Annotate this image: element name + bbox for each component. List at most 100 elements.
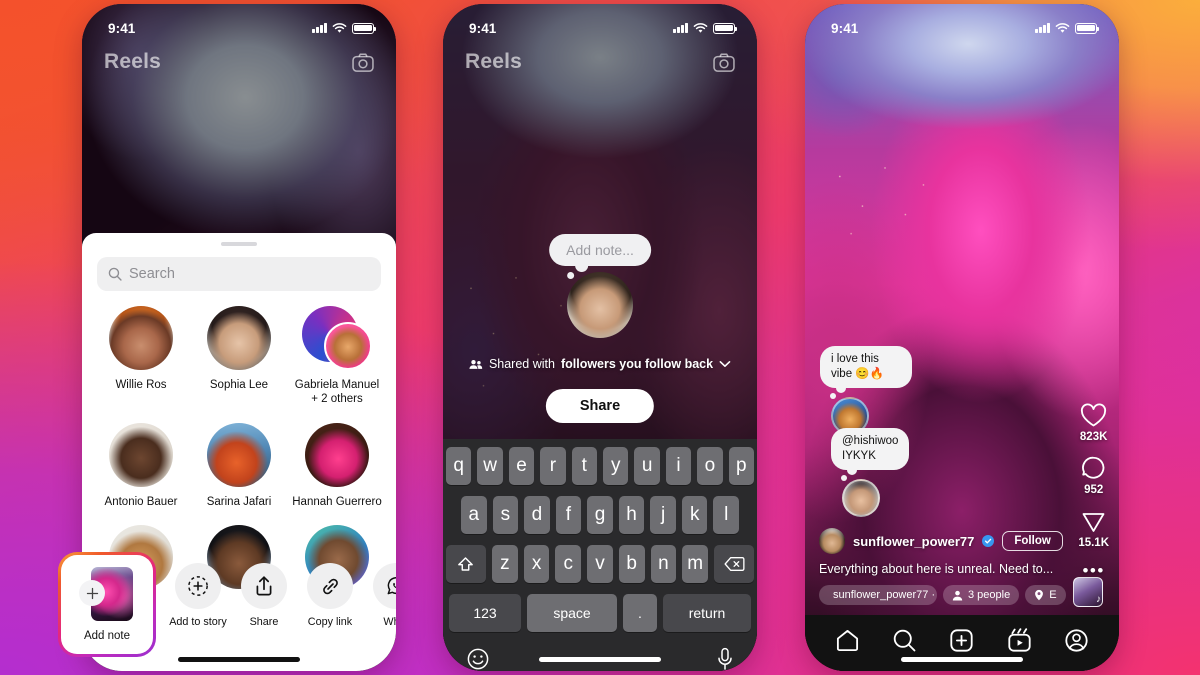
phone-2-note-composer: 9:41 Reels Add note... Shared with follo…	[443, 4, 757, 671]
group-name-line2: + 2 others	[311, 393, 363, 406]
person-item[interactable]: Sarina Jafari	[190, 422, 288, 509]
share-button[interactable]: Share	[545, 389, 655, 423]
person-name: Gabriela Manuel + 2 others	[295, 378, 379, 407]
key-f[interactable]: f	[555, 496, 582, 534]
action-copy-link[interactable]: Copy link	[302, 563, 358, 628]
key-s[interactable]: s	[492, 496, 519, 534]
battery-icon	[1075, 22, 1100, 34]
phone-2-screen: 9:41 Reels Add note... Shared with follo…	[443, 4, 757, 671]
status-time: 9:41	[469, 20, 497, 36]
search-input[interactable]: Search	[97, 257, 381, 291]
battery-icon	[352, 22, 377, 34]
person-item[interactable]: Antonio Bauer	[92, 422, 190, 509]
meta-pills: sunflower_power77 · O 3 people E ♪	[819, 577, 1105, 607]
username[interactable]: sunflower_power77	[853, 534, 974, 549]
key-n[interactable]: n	[650, 545, 677, 583]
search-icon[interactable]	[892, 628, 917, 653]
person-item[interactable]: Sophia Lee	[190, 306, 288, 407]
avatar	[109, 306, 173, 370]
key-m[interactable]: m	[682, 545, 709, 583]
music-pill[interactable]: sunflower_power77 · O	[819, 585, 937, 605]
wifi-icon	[332, 22, 347, 33]
key-e[interactable]: e	[508, 447, 535, 485]
action-label: Share	[249, 616, 279, 628]
period-key[interactable]: .	[623, 594, 657, 632]
whatsapp-icon	[387, 577, 396, 595]
action-label: What	[383, 616, 396, 628]
action-label: Copy link	[307, 616, 353, 628]
location-pill[interactable]: E	[1025, 585, 1066, 605]
status-time: 9:41	[108, 20, 136, 36]
note-line2: IYKYK	[842, 449, 876, 462]
key-j[interactable]: j	[650, 496, 676, 534]
plus-icon	[79, 580, 105, 606]
home-indicator	[178, 657, 300, 662]
reel-caption[interactable]: Everything about here is unreal. Need to…	[819, 562, 1105, 576]
key-g[interactable]: g	[587, 496, 613, 534]
key-r[interactable]: r	[540, 447, 566, 485]
album-art-icon[interactable]: ♪	[1073, 577, 1103, 607]
action-add-to-story[interactable]: Add to story	[169, 563, 227, 628]
location-pin-icon	[1035, 589, 1044, 601]
key-o[interactable]: o	[697, 447, 723, 485]
action-whatsapp[interactable]: What	[368, 563, 396, 628]
avatar	[207, 306, 271, 370]
add-to-story-icon	[188, 576, 208, 596]
person-name: Sophia Lee	[209, 379, 269, 391]
profile-icon[interactable]	[1064, 628, 1089, 653]
people-grid: Willie Ros Sophia Lee Gabriela Manuel + …	[82, 306, 396, 590]
numbers-key[interactable]: 123	[449, 594, 521, 632]
key-x[interactable]: x	[523, 545, 550, 583]
camera-icon[interactable]	[352, 52, 374, 72]
follow-button[interactable]: Follow	[1002, 531, 1063, 551]
key-h[interactable]: h	[618, 496, 645, 534]
emoji-smiley-icon[interactable]	[466, 647, 490, 671]
author-row: sunflower_power77 Follow	[819, 528, 1105, 554]
phone-3-screen: 9:41 i love this vibe 😊🔥 @hishiwoo IYKYK	[805, 4, 1119, 671]
shift-arrow-icon[interactable]	[445, 545, 486, 583]
heart-icon	[1081, 403, 1107, 427]
microphone-icon[interactable]	[716, 647, 734, 671]
key-y[interactable]: y	[603, 447, 629, 485]
key-b[interactable]: b	[618, 545, 645, 583]
backspace-icon[interactable]	[714, 545, 755, 583]
key-t[interactable]: t	[571, 447, 597, 485]
key-a[interactable]: a	[460, 496, 487, 534]
phone-3-reel-with-notes: 9:41 i love this vibe 😊🔥 @hishiwoo IYKYK	[805, 4, 1119, 671]
key-u[interactable]: u	[634, 447, 660, 485]
key-v[interactable]: v	[587, 545, 613, 583]
key-z[interactable]: z	[491, 545, 518, 583]
note-text-input[interactable]: Add note...	[549, 234, 651, 279]
space-key[interactable]: space	[527, 594, 617, 632]
key-k[interactable]: k	[681, 496, 708, 534]
like-button[interactable]: 823K	[1080, 403, 1107, 443]
person-item[interactable]: Willie Ros	[92, 306, 190, 407]
page-title: Reels	[465, 50, 523, 73]
key-i[interactable]: i	[665, 447, 692, 485]
add-note-button[interactable]: Add note	[58, 552, 156, 657]
key-l[interactable]: l	[713, 496, 740, 534]
reels-icon[interactable]	[1007, 627, 1032, 653]
person-item[interactable]: Hannah Guerrero	[288, 422, 386, 509]
key-d[interactable]: d	[524, 496, 550, 534]
comment-button[interactable]: 952	[1081, 456, 1106, 496]
sheet-grabber[interactable]	[221, 242, 257, 246]
key-w[interactable]: w	[477, 447, 503, 485]
return-key[interactable]: return	[663, 594, 751, 632]
shared-with-prefix: Shared with	[488, 357, 555, 371]
key-c[interactable]: c	[555, 545, 582, 583]
person-item-group[interactable]: Gabriela Manuel + 2 others	[288, 306, 386, 407]
audience-selector[interactable]: Shared with followers you follow back	[469, 357, 731, 371]
comment-icon	[1082, 456, 1105, 479]
action-share[interactable]: Share	[236, 563, 292, 628]
avatar[interactable]	[819, 528, 845, 554]
camera-icon[interactable]	[713, 52, 735, 72]
people-pill[interactable]: 3 people	[943, 585, 1020, 605]
floating-note-2[interactable]: @hishiwoo IYKYK	[831, 428, 910, 517]
floating-note-1[interactable]: i love this vibe 😊🔥	[820, 346, 912, 435]
keyboard-row-2: a s d f g h j k l	[446, 496, 754, 534]
key-p[interactable]: p	[728, 447, 755, 485]
key-q[interactable]: q	[445, 447, 472, 485]
home-icon[interactable]	[835, 628, 860, 653]
create-plus-icon[interactable]	[949, 628, 974, 653]
